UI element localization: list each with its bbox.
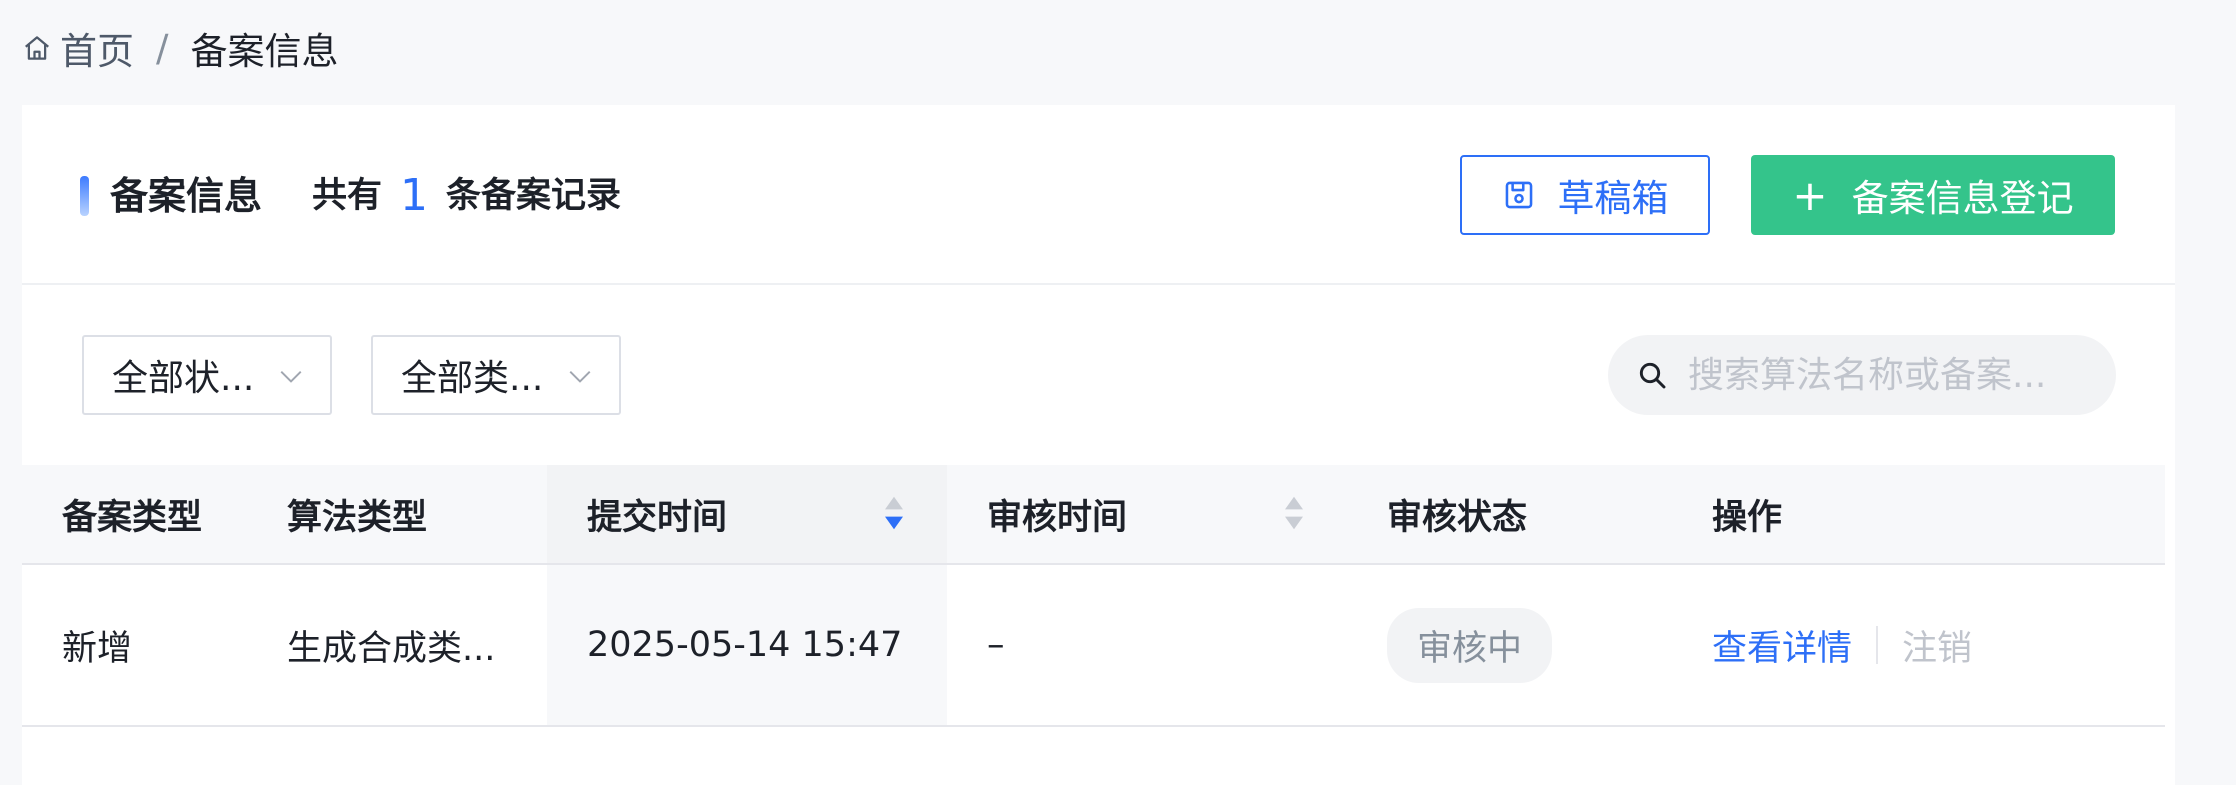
action-divider [1876,626,1879,664]
type-filter-select[interactable]: 全部类... [371,335,621,415]
add-filing-label: 备案信息登记 [1851,177,2074,220]
breadcrumb-current: 备案信息 [190,30,339,73]
cell-submit-time: 2025-05-14 15:47 [547,565,947,725]
column-filing-type: 备案类型 [62,497,203,538]
card-header: 备案信息 共有 1 条备案记录 草稿箱 + 备案信息登记 [22,105,2175,285]
column-submit-time[interactable]: 提交时间 [547,465,947,563]
column-algorithm-type: 算法类型 [287,497,428,538]
status-filter-value: 全部状... [112,358,255,399]
view-details-link[interactable]: 查看详情 [1712,620,1852,671]
draft-box-button[interactable]: 草稿箱 [1460,155,1710,235]
breadcrumb-home[interactable]: 首页 [22,21,134,75]
table-header: 备案类型 算法类型 提交时间 审核时间 审核状态 操作 [22,465,2165,565]
save-icon [1505,181,1532,209]
home-icon [25,36,49,60]
status-filter-select[interactable]: 全部状... [82,335,332,415]
search-input[interactable] [1686,353,2090,397]
cell-algorithm-type: 生成合成类... [247,565,547,725]
cell-actions: 查看详情 注销 [1672,565,2165,725]
breadcrumb-separator: / [156,26,169,70]
search-box [1608,335,2116,415]
cell-review-status: 审核中 [1347,565,1672,725]
count-suffix: 条备案记录 [446,176,622,216]
chevron-down-icon [280,370,302,383]
add-filing-button[interactable]: + 备案信息登记 [1751,155,2115,235]
sort-icon[interactable] [883,495,905,531]
table-row: 新增 生成合成类... 2025-05-14 15:47 – 审核中 查看详情 … [22,565,2165,727]
title-accent-bar [80,176,89,216]
cancel-filing-link[interactable]: 注销 [1902,620,1972,671]
chevron-down-icon [569,370,591,383]
breadcrumb-home-label: 首页 [60,30,134,73]
status-badge: 审核中 [1387,607,1553,683]
search-icon [1639,362,1666,389]
plus-icon: + [1792,170,1828,220]
column-review-time[interactable]: 审核时间 [947,465,1347,563]
filing-card: 备案信息 共有 1 条备案记录 草稿箱 + 备案信息登记 全部状... 全部类.… [22,105,2175,785]
column-review-status: 审核状态 [1387,497,1528,538]
column-review-time-label: 审核时间 [987,497,1128,538]
column-submit-time-label: 提交时间 [587,497,728,538]
filing-table: 备案类型 算法类型 提交时间 审核时间 审核状态 操作 新增 生成合成类... [22,465,2165,727]
count-prefix: 共有 [312,176,383,216]
cell-filing-type: 新增 [62,628,133,669]
breadcrumb: 首页 / 备案信息 [22,22,338,74]
page-title: 备案信息 [110,174,263,218]
sort-icon[interactable] [1283,495,1305,531]
cell-algorithm-type-text: 生成合成类... [287,628,496,669]
record-count: 共有 1 条备案记录 [312,169,621,223]
count-number: 1 [400,170,429,221]
draft-box-label: 草稿箱 [1557,177,1669,220]
column-actions: 操作 [1712,497,1783,538]
cell-review-time: – [987,625,1005,665]
type-filter-value: 全部类... [401,358,544,399]
